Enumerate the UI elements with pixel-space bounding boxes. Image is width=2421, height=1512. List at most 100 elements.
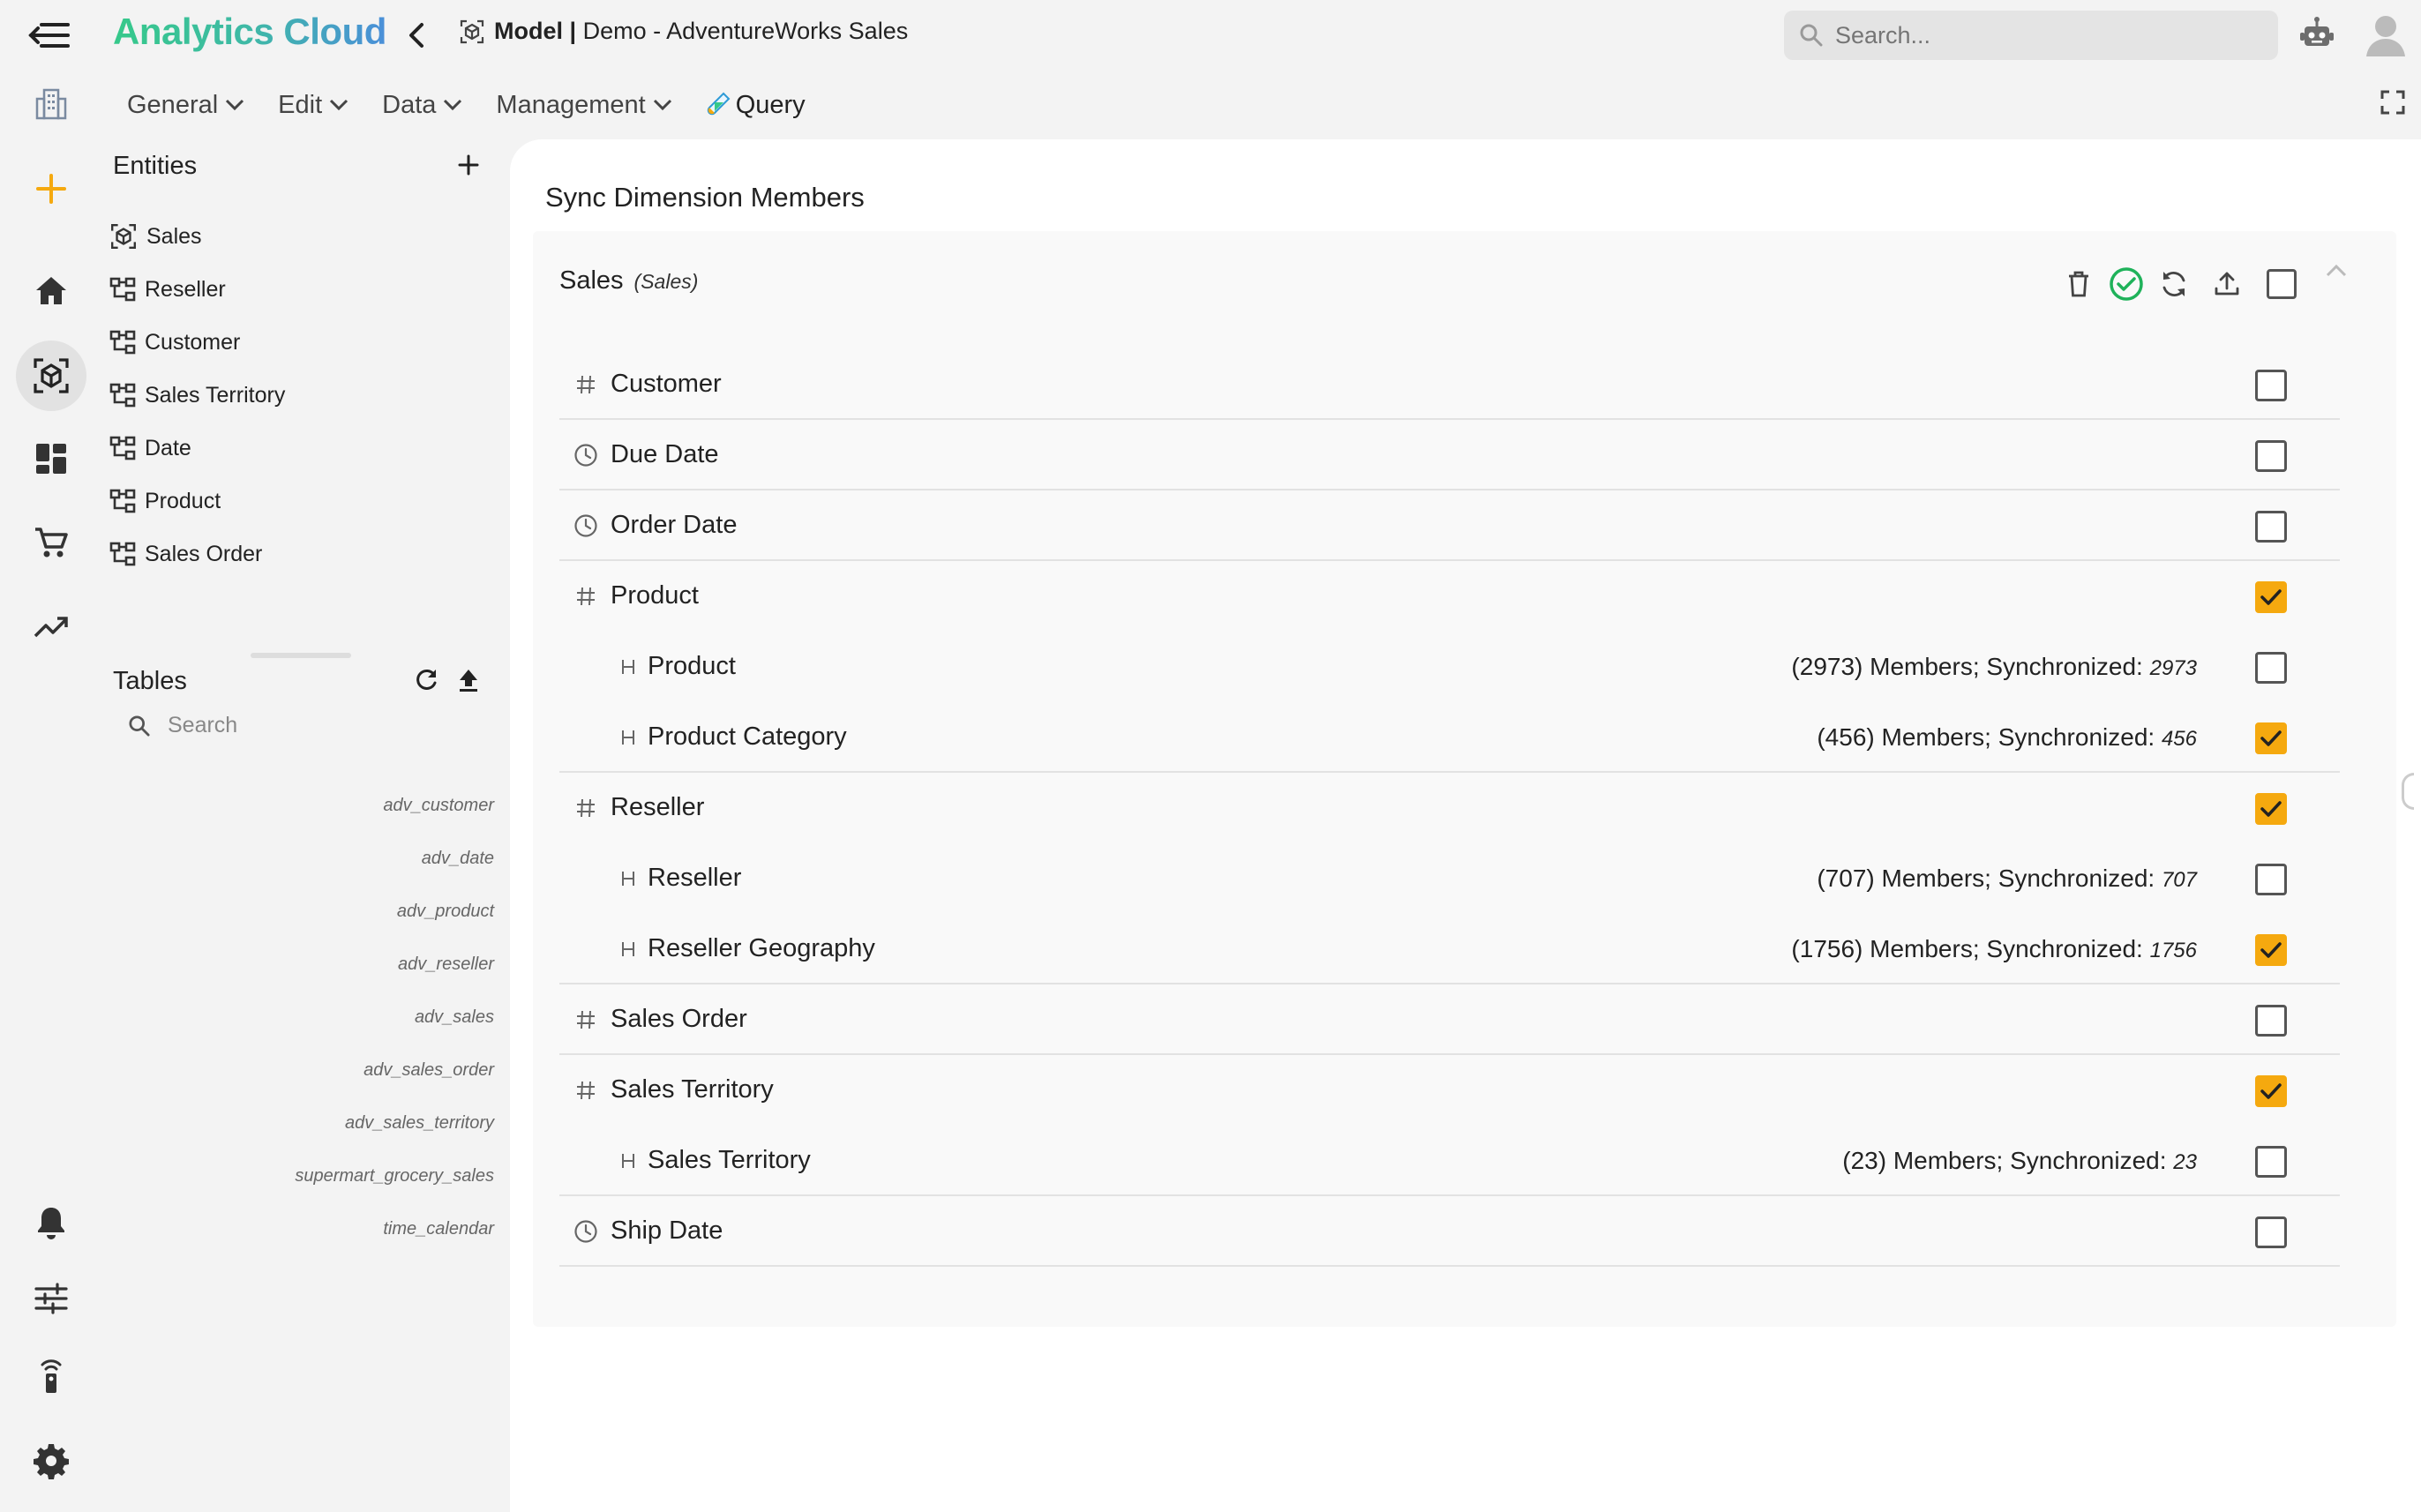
rail-remote[interactable]	[16, 1341, 86, 1411]
menu-management[interactable]: Management	[496, 91, 671, 120]
rail-home[interactable]	[16, 256, 86, 326]
member-stats: (707) Members; Synchronized: 707	[1817, 865, 2197, 893]
rail-settings-sliders[interactable]	[16, 1263, 86, 1334]
table-item[interactable]: supermart_grocery_sales	[295, 1166, 494, 1186]
rail-buildings[interactable]	[16, 69, 86, 139]
back-button[interactable]	[402, 18, 431, 53]
select-all-checkbox[interactable]	[2262, 265, 2301, 303]
entity-item-date[interactable]: Date	[109, 429, 191, 468]
entity-item-product[interactable]: Product	[109, 482, 221, 520]
cube-icon	[109, 222, 146, 251]
entity-item-sales-territory[interactable]: Sales Territory	[109, 376, 285, 415]
synced-count: 707	[2161, 868, 2197, 892]
global-search	[1784, 11, 2278, 60]
menu-management-label: Management	[496, 90, 646, 119]
fullscreen-button[interactable]	[2380, 90, 2409, 118]
menu-general[interactable]: General	[127, 91, 244, 120]
dimension-label: Customer	[611, 370, 722, 398]
rail-trends[interactable]	[16, 591, 86, 662]
hierarchy-level-icon	[616, 937, 641, 962]
hash-icon	[573, 372, 598, 397]
dimension-row: Due Date	[559, 420, 2340, 490]
assistant-robot-icon[interactable]	[2297, 16, 2336, 55]
sync-checkbox[interactable]	[2255, 581, 2287, 613]
table-item[interactable]: time_calendar	[383, 1219, 494, 1239]
dimension-label: Reseller	[611, 793, 705, 821]
menu-data[interactable]: Data	[382, 91, 462, 120]
table-item[interactable]: adv_reseller	[398, 954, 494, 975]
rail-notifications[interactable]	[16, 1187, 86, 1258]
sync-checkbox[interactable]	[2255, 722, 2287, 754]
tables-search[interactable]: Search	[129, 713, 237, 738]
sync-checkbox[interactable]	[2255, 864, 2287, 895]
menu-query[interactable]: Query	[706, 91, 806, 120]
entity-label: Product	[145, 488, 221, 513]
entity-item-customer[interactable]: Customer	[109, 323, 240, 362]
table-item[interactable]: adv_date	[422, 849, 494, 869]
hash-icon	[573, 1078, 598, 1103]
hierarchy-level-icon	[616, 866, 641, 891]
hash-icon	[573, 584, 598, 609]
dimension-label: Due Date	[611, 440, 719, 468]
sync-checkbox[interactable]	[2255, 652, 2287, 684]
sliders-icon	[34, 1283, 68, 1314]
delete-button[interactable]	[2059, 265, 2098, 303]
cube-card: Sales (Sales) Customer Due Date Order Date P…	[533, 231, 2396, 1327]
chevron-down-icon	[330, 99, 349, 111]
global-search-input[interactable]	[1835, 21, 2259, 49]
sync-checkbox[interactable]	[2255, 370, 2287, 401]
menu-query-label: Query	[735, 90, 806, 119]
rail-add[interactable]	[16, 153, 86, 224]
sync-button[interactable]	[2155, 265, 2193, 303]
dimension-label: Ship Date	[611, 1216, 723, 1245]
menu-collapse-icon	[28, 23, 70, 48]
sync-checkbox[interactable]	[2255, 1005, 2287, 1037]
panel-splitter[interactable]	[251, 653, 351, 658]
member-count: (707) Members; Synchronized:	[1817, 865, 2162, 892]
member-count: (23) Members; Synchronized:	[1842, 1147, 2174, 1174]
sync-checkbox[interactable]	[2255, 1216, 2287, 1248]
sync-checkbox[interactable]	[2255, 793, 2287, 825]
dimension-list: Customer Due Date Order Date Product Product…	[559, 349, 2340, 1267]
side-drawer-handle[interactable]	[2402, 773, 2414, 810]
table-item[interactable]: adv_sales_order	[364, 1060, 494, 1081]
sync-checkbox[interactable]	[2255, 511, 2287, 543]
table-item[interactable]: adv_sales_territory	[345, 1113, 494, 1134]
entity-label: Reseller	[145, 276, 226, 302]
rail-marketplace[interactable]	[16, 508, 86, 579]
entity-item-sales[interactable]: Sales	[109, 217, 202, 256]
menu-toggle-button[interactable]	[26, 16, 71, 55]
dimension-label: Product	[611, 581, 699, 610]
add-entity-button[interactable]	[455, 152, 482, 178]
entity-item-sales-order[interactable]: Sales Order	[109, 535, 262, 573]
rail-models[interactable]	[16, 341, 86, 411]
table-item[interactable]: adv_customer	[383, 796, 494, 816]
menu-edit-label: Edit	[278, 90, 323, 119]
member-count: (1756) Members; Synchronized:	[1791, 935, 2150, 962]
dimension-label: Order Date	[611, 511, 738, 539]
rail-settings[interactable]	[16, 1426, 86, 1496]
cart-icon	[35, 528, 68, 558]
collapse-button[interactable]	[2324, 263, 2356, 295]
export-button[interactable]	[2207, 265, 2246, 303]
validate-button[interactable]	[2107, 265, 2146, 303]
menu-edit[interactable]: Edit	[278, 91, 349, 120]
upload-table-button[interactable]	[455, 667, 482, 693]
sync-checkbox[interactable]	[2255, 934, 2287, 966]
home-icon	[36, 277, 66, 304]
member-stats: (2973) Members; Synchronized: 2973	[1791, 653, 2197, 681]
table-item[interactable]: adv_sales	[415, 1007, 494, 1028]
rail-dashboards[interactable]	[16, 423, 86, 494]
member-stats: (456) Members; Synchronized: 456	[1817, 723, 2197, 752]
hierarchy-icon	[109, 541, 145, 567]
entity-item-reseller[interactable]: Reseller	[109, 270, 226, 309]
sync-checkbox[interactable]	[2255, 1075, 2287, 1107]
refresh-tables-button[interactable]	[413, 667, 439, 693]
user-avatar-icon[interactable]	[2365, 12, 2407, 58]
upload-icon	[460, 670, 477, 692]
sync-checkbox[interactable]	[2255, 1146, 2287, 1178]
sync-checkbox[interactable]	[2255, 440, 2287, 472]
dimension-row: Product	[559, 561, 2340, 632]
menu-data-label: Data	[382, 90, 437, 119]
table-item[interactable]: adv_product	[397, 902, 494, 922]
